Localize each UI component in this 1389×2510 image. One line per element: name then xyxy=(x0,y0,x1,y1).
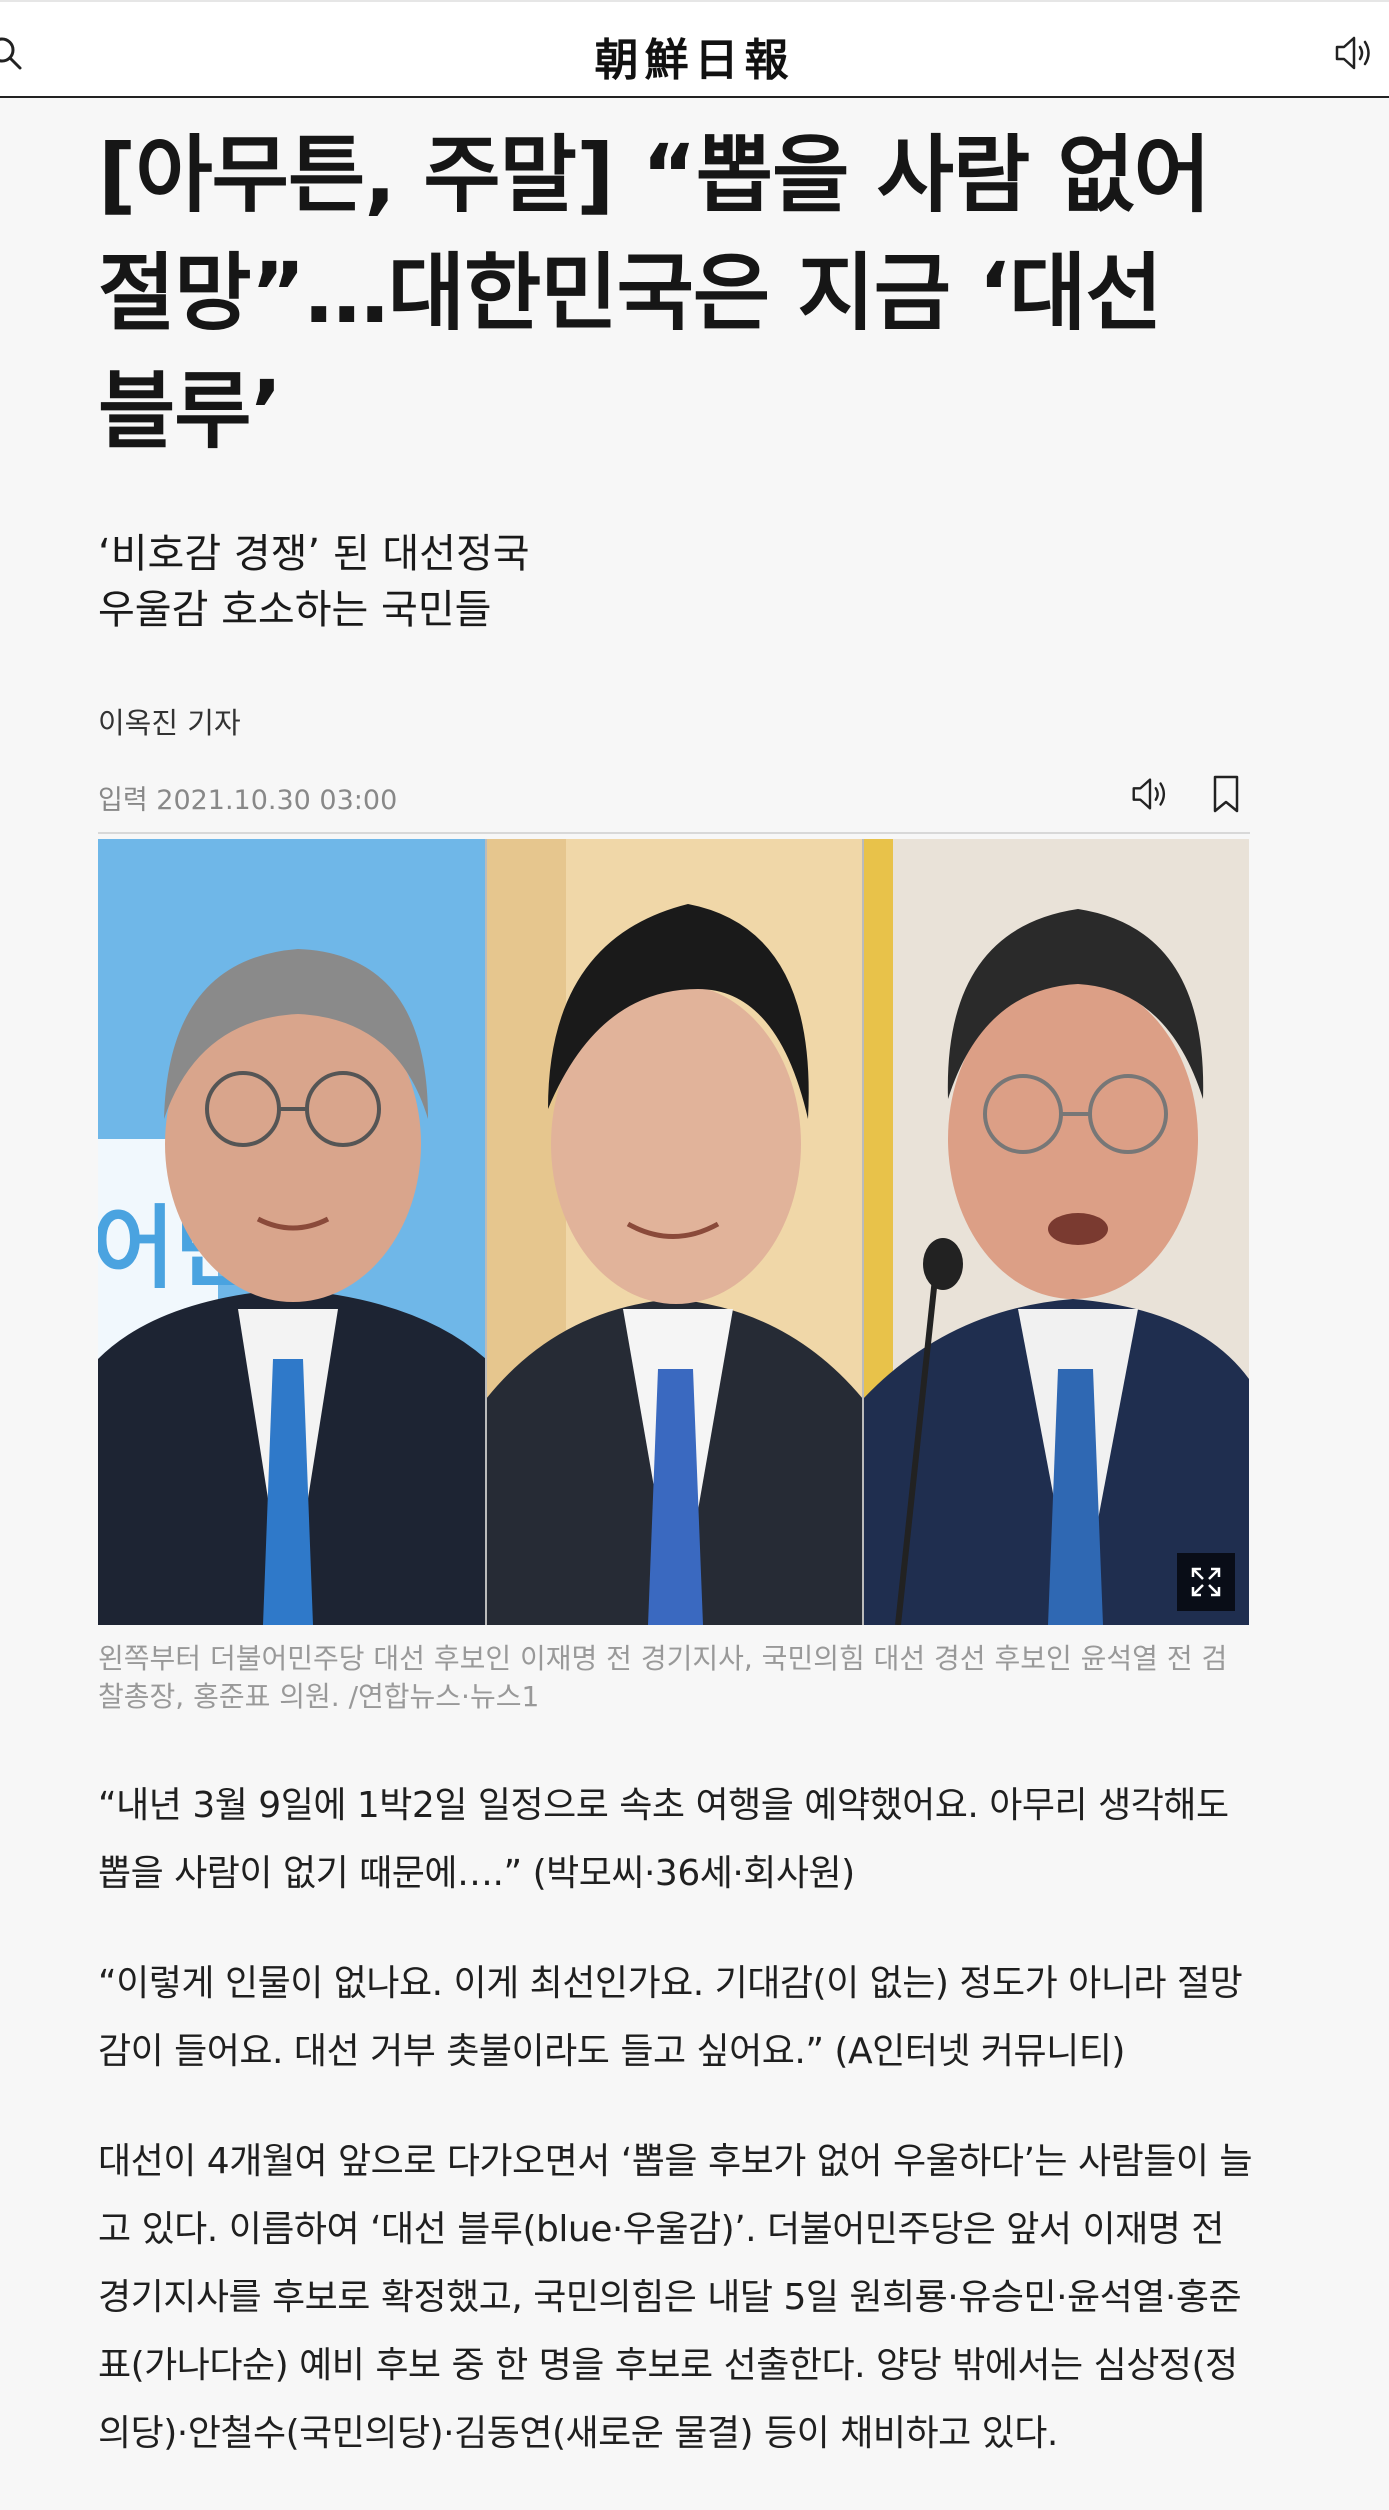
bookmark-button[interactable] xyxy=(1206,772,1246,816)
headline-line: [아무튼, 주말] “뽑을 사람 없어 xyxy=(98,126,1211,224)
article-paragraph: “이렇게 인물이 없나요. 이게 최선인가요. 기대감(이 없는) 정도가 아니… xyxy=(98,1963,1243,2072)
article-meta: 입력 2021.10.30 03:00 xyxy=(98,772,1250,834)
speaker-icon xyxy=(1335,36,1370,70)
headline-line: 절망”…대한민국은 지금 ‘대선 xyxy=(98,244,1163,342)
article-headline: [아무튼, 주말] “뽑을 사람 없어 절망”…대한민국은 지금 ‘대선 블루’ xyxy=(98,116,1250,470)
article-listen-button[interactable] xyxy=(1128,772,1172,816)
article-paragraph: “내년 3월 9일에 1박2일 일정으로 속초 여행을 예약했어요. 아무리 생… xyxy=(98,1785,1229,1894)
article-paragraph: 대선이 4개월여 앞으로 다가오면서 ‘뽑을 후보가 없어 우울하다’는 사람들… xyxy=(98,2141,1253,2454)
author-byline[interactable]: 이옥진 기자 xyxy=(98,700,1250,742)
speaker-icon xyxy=(1132,778,1166,810)
headline-line: 블루’ xyxy=(98,362,282,460)
subhead-line: 우울감 호소하는 국민들 xyxy=(98,587,492,633)
article-body: “내년 3월 9일에 1박2일 일정으로 속초 여행을 예약했어요. 아무리 생… xyxy=(98,1772,1258,2510)
photo-illustration: 어민 xyxy=(98,839,1249,1625)
publish-date: 입력 2021.10.30 03:00 xyxy=(98,785,398,816)
expand-photo-button[interactable] xyxy=(1177,1553,1235,1611)
article-subheads: ‘비호감 경쟁’ 된 대선정국 우울감 호소하는 국민들 xyxy=(98,526,1250,638)
subhead-line: ‘비호감 경쟁’ 된 대선정국 xyxy=(98,531,530,577)
top-bar: 朝鮮日報 xyxy=(0,0,1389,98)
article-header: [아무튼, 주말] “뽑을 사람 없어 절망”…대한민국은 지금 ‘대선 블루’… xyxy=(98,98,1250,834)
bookmark-icon xyxy=(1213,775,1239,813)
photo-caption: 왼쪽부터 더불어민주당 대선 후보인 이재명 전 경기지사, 국민의힘 대선 경… xyxy=(98,1642,1228,1713)
expand-icon xyxy=(1191,1567,1221,1597)
listen-button[interactable] xyxy=(1331,30,1377,76)
site-logo[interactable]: 朝鮮日報 xyxy=(0,24,1389,88)
article-photo[interactable]: 어민 xyxy=(98,839,1249,1625)
